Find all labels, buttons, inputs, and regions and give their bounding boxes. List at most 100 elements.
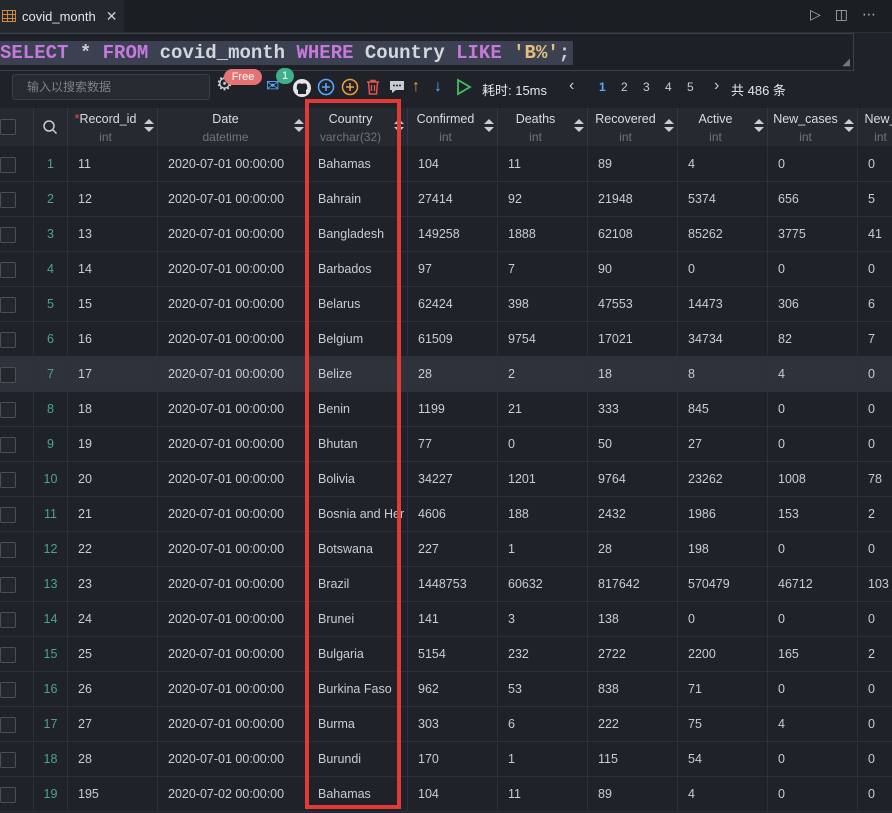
- cell-country[interactable]: Botswana: [308, 532, 408, 566]
- cell-new-cases[interactable]: 1008: [768, 462, 858, 496]
- cell-record-id[interactable]: 24: [68, 602, 158, 636]
- cell-confirmed[interactable]: 227: [408, 532, 498, 566]
- cell-new-[interactable]: 5: [858, 182, 892, 216]
- cell-active[interactable]: 4: [678, 147, 768, 181]
- sort-icon[interactable]: [844, 119, 854, 133]
- cell-country[interactable]: Benin: [308, 392, 408, 426]
- row-checkbox[interactable]: [0, 437, 16, 453]
- cell-new-cases[interactable]: 0: [768, 147, 858, 181]
- page-3[interactable]: 3: [643, 80, 650, 94]
- cell-confirmed[interactable]: 303: [408, 707, 498, 741]
- row-checkbox[interactable]: [0, 402, 16, 418]
- table-row[interactable]: 5 15 2020-07-01 00:00:00 Belarus 62424 398 475…: [0, 287, 892, 322]
- cell-record-id[interactable]: 13: [68, 217, 158, 251]
- sort-icon[interactable]: [294, 119, 304, 133]
- header-deaths[interactable]: Deaths int: [498, 108, 588, 146]
- cell-record-id[interactable]: 21: [68, 497, 158, 531]
- cell-date[interactable]: 2020-07-01 00:00:00: [158, 147, 308, 181]
- cell-date[interactable]: 2020-07-01 00:00:00: [158, 742, 308, 776]
- cell-country[interactable]: Bahamas: [308, 147, 408, 181]
- cell-new-[interactable]: 0: [858, 777, 892, 811]
- table-row[interactable]: 16 26 2020-07-01 00:00:00 Burkina Faso 962 53…: [0, 672, 892, 707]
- cell-record-id[interactable]: 17: [68, 357, 158, 391]
- header-active[interactable]: Active int: [678, 108, 768, 146]
- cell-recovered[interactable]: 89: [588, 147, 678, 181]
- cell-deaths[interactable]: 1888: [498, 217, 588, 251]
- cell-new-[interactable]: 0: [858, 427, 892, 461]
- row-checkbox[interactable]: [0, 647, 16, 663]
- cell-active[interactable]: 27: [678, 427, 768, 461]
- table-row[interactable]: 10 20 2020-07-01 00:00:00 Bolivia 34227 1201 9…: [0, 462, 892, 497]
- sort-icon[interactable]: [144, 119, 154, 133]
- cell-new-[interactable]: 0: [858, 672, 892, 706]
- cell-active[interactable]: 75: [678, 707, 768, 741]
- cell-active[interactable]: 54: [678, 742, 768, 776]
- header-new-cases[interactable]: New_cases int: [768, 108, 858, 146]
- cell-country[interactable]: Bhutan: [308, 427, 408, 461]
- cell-confirmed[interactable]: 34227: [408, 462, 498, 496]
- cell-new-cases[interactable]: 46712: [768, 567, 858, 601]
- cell-active[interactable]: 4: [678, 777, 768, 811]
- cell-confirmed[interactable]: 28: [408, 357, 498, 391]
- row-checkbox[interactable]: [0, 192, 16, 208]
- github-icon[interactable]: [292, 78, 312, 103]
- cell-deaths[interactable]: 0: [498, 427, 588, 461]
- cell-record-id[interactable]: 20: [68, 462, 158, 496]
- cell-active[interactable]: 23262: [678, 462, 768, 496]
- cell-new-[interactable]: 0: [858, 147, 892, 181]
- cell-deaths[interactable]: 2: [498, 357, 588, 391]
- cell-new-[interactable]: 0: [858, 357, 892, 391]
- cell-active[interactable]: 198: [678, 532, 768, 566]
- sort-icon[interactable]: [484, 119, 494, 133]
- cell-record-id[interactable]: 15: [68, 287, 158, 321]
- cell-confirmed[interactable]: 962: [408, 672, 498, 706]
- resize-handle-icon[interactable]: ◢: [842, 57, 850, 68]
- cell-new-cases[interactable]: 0: [768, 427, 858, 461]
- cell-date[interactable]: 2020-07-01 00:00:00: [158, 217, 308, 251]
- cell-new-[interactable]: 0: [858, 602, 892, 636]
- table-row[interactable]: 7 17 2020-07-01 00:00:00 Belize 28 2 18 8 4 0: [0, 357, 892, 392]
- cell-deaths[interactable]: 1: [498, 532, 588, 566]
- sort-icon[interactable]: [394, 119, 404, 133]
- cell-date[interactable]: 2020-07-01 00:00:00: [158, 602, 308, 636]
- cell-country[interactable]: Bosnia and Her: [308, 497, 408, 531]
- cell-record-id[interactable]: 22: [68, 532, 158, 566]
- cell-date[interactable]: 2020-07-01 00:00:00: [158, 637, 308, 671]
- row-checkbox[interactable]: [0, 752, 16, 768]
- cell-deaths[interactable]: 6: [498, 707, 588, 741]
- cell-new-cases[interactable]: 4: [768, 707, 858, 741]
- header-country[interactable]: Country varchar(32): [308, 108, 408, 146]
- cell-deaths[interactable]: 3: [498, 602, 588, 636]
- cell-recovered[interactable]: 21948: [588, 182, 678, 216]
- cell-recovered[interactable]: 838: [588, 672, 678, 706]
- cell-country[interactable]: Burundi: [308, 742, 408, 776]
- cell-date[interactable]: 2020-07-01 00:00:00: [158, 497, 308, 531]
- table-row[interactable]: 9 19 2020-07-01 00:00:00 Bhutan 77 0 50 27 0 0: [0, 427, 892, 462]
- cell-new-cases[interactable]: 0: [768, 532, 858, 566]
- cell-active[interactable]: 0: [678, 252, 768, 286]
- cell-country[interactable]: Burma: [308, 707, 408, 741]
- cell-active[interactable]: 85262: [678, 217, 768, 251]
- cell-new-cases[interactable]: 0: [768, 602, 858, 636]
- table-row[interactable]: 6 16 2020-07-01 00:00:00 Belgium 61509 9754 17…: [0, 322, 892, 357]
- table-row[interactable]: 13 23 2020-07-01 00:00:00 Brazil 1448753 6063…: [0, 567, 892, 602]
- cell-date[interactable]: 2020-07-02 00:00:00: [158, 777, 308, 811]
- table-row[interactable]: 3 13 2020-07-01 00:00:00 Bangladesh 149258 18…: [0, 217, 892, 252]
- cell-new-[interactable]: 78: [858, 462, 892, 496]
- cell-deaths[interactable]: 1: [498, 742, 588, 776]
- sort-icon[interactable]: [754, 119, 764, 133]
- search-icon[interactable]: [42, 119, 58, 135]
- row-checkbox[interactable]: [0, 507, 16, 523]
- cell-confirmed[interactable]: 1448753: [408, 567, 498, 601]
- sql-editor[interactable]: SELECT * FROM covid_month WHERE Country …: [0, 33, 854, 71]
- cell-active[interactable]: 845: [678, 392, 768, 426]
- cell-new-cases[interactable]: 3775: [768, 217, 858, 251]
- header-record-id[interactable]: *Record_id int: [68, 108, 158, 146]
- cell-new-cases[interactable]: 0: [768, 742, 858, 776]
- cell-recovered[interactable]: 2432: [588, 497, 678, 531]
- cell-deaths[interactable]: 188: [498, 497, 588, 531]
- row-checkbox[interactable]: [0, 332, 16, 348]
- cell-new-cases[interactable]: 4: [768, 357, 858, 391]
- cell-deaths[interactable]: 60632: [498, 567, 588, 601]
- cell-recovered[interactable]: 817642: [588, 567, 678, 601]
